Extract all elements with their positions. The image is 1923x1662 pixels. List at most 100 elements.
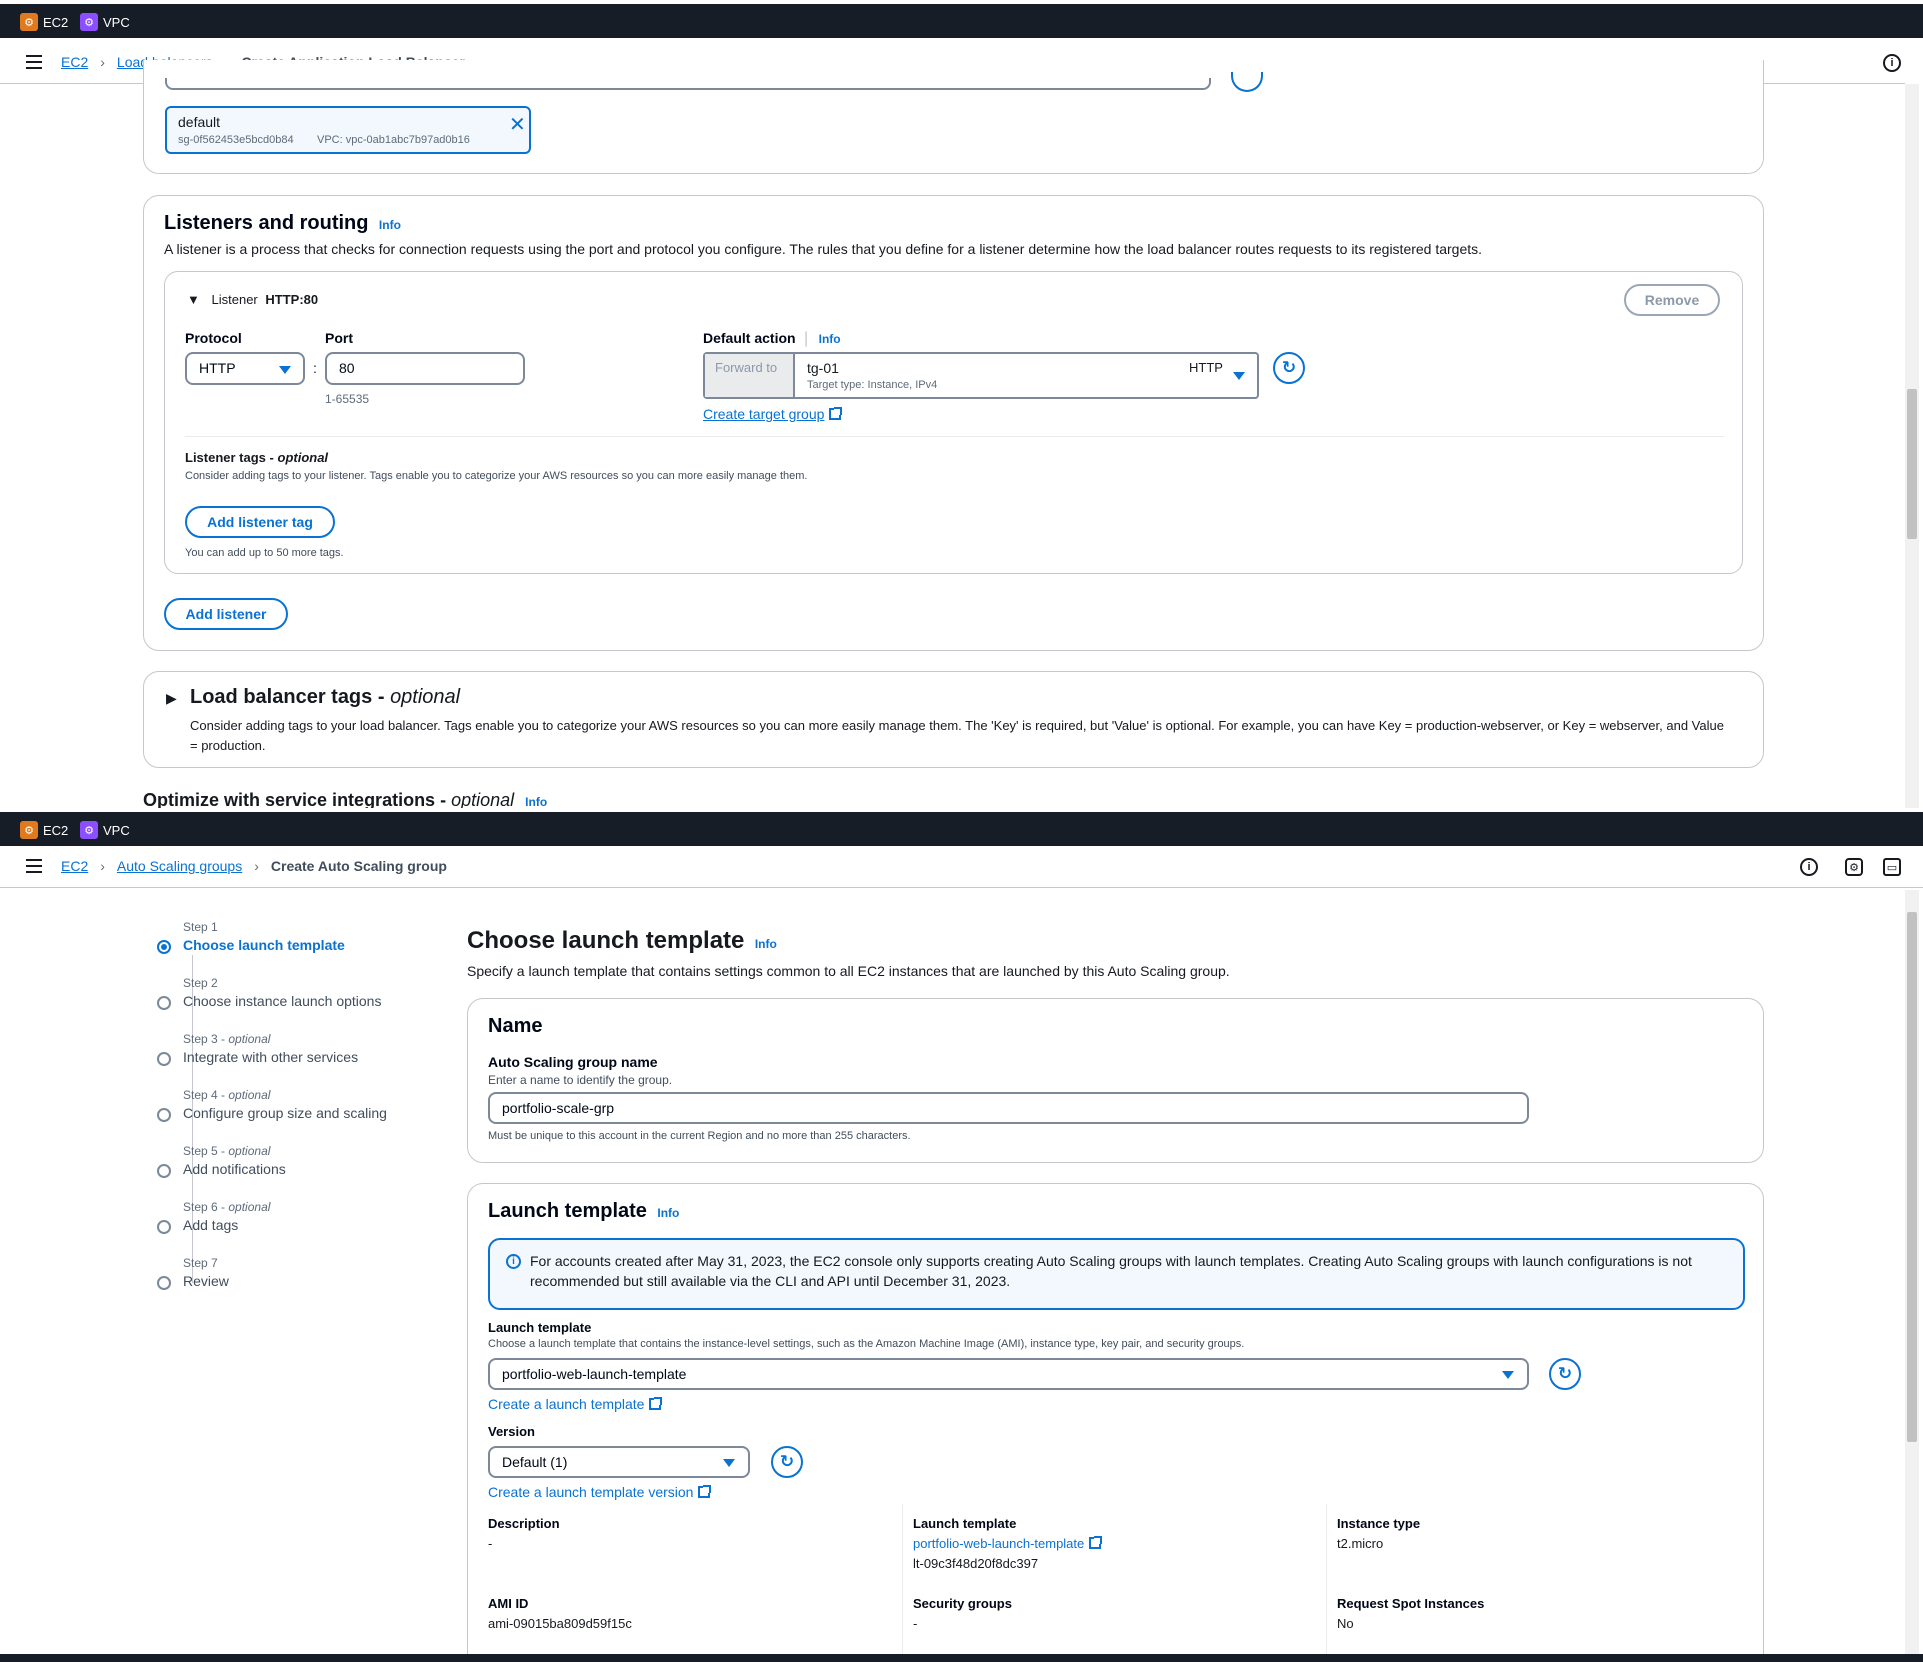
external-link-icon [698, 1485, 712, 1498]
step-optional: optional [228, 1088, 271, 1102]
service-shortcut-ec2[interactable]: ⚙ EC2 [20, 821, 68, 839]
target-type: Target type: Instance, IPv4 [807, 379, 938, 391]
step-name: Review [183, 1273, 229, 1289]
port-input[interactable]: 80 [325, 352, 525, 385]
vpc-icon: ⚙ [80, 13, 98, 31]
step-circle-icon [157, 1164, 171, 1178]
spot-label: Request Spot Instances [1337, 1596, 1485, 1611]
breadcrumb-ec2[interactable]: EC2 [61, 858, 88, 874]
create-target-group-link[interactable]: Create target group [703, 406, 843, 422]
security-group-select[interactable] [165, 78, 1211, 90]
default-action-label: Default action [703, 330, 796, 346]
add-listener-button[interactable]: Add listener [164, 598, 288, 630]
service-label: EC2 [43, 14, 69, 30]
detail-lt-link[interactable]: portfolio-web-launch-template [913, 1536, 1103, 1551]
info-icon: i [506, 1254, 521, 1269]
menu-icon[interactable] [26, 859, 42, 873]
settings-icon[interactable]: ⚙ [1845, 858, 1863, 876]
info-icon[interactable]: i [1800, 858, 1818, 876]
launch-template-info-link[interactable]: Info [657, 1206, 679, 1220]
menu-icon[interactable] [26, 55, 42, 69]
protocol-select[interactable]: HTTP [185, 352, 305, 385]
listener-tags-optional: optional [277, 450, 329, 465]
listeners-title: Listeners and routing [164, 212, 369, 234]
step-name: Add tags [183, 1217, 239, 1233]
info-icon[interactable]: i [1883, 54, 1901, 72]
step-number: Step 1 [183, 920, 218, 934]
asg-name-input[interactable]: portfolio-scale-grp [488, 1092, 1529, 1124]
listener-tags-title: Listener tags [185, 450, 266, 465]
add-listener-tag-button[interactable]: Add listener tag [185, 506, 335, 538]
security-group-vpc: VPC: vpc-0ab1abc7b97ad0b16 [317, 134, 470, 146]
listeners-info-link[interactable]: Info [379, 218, 401, 232]
create-launch-template-text[interactable]: Create a launch template [488, 1396, 644, 1412]
step-circle-icon [157, 996, 171, 1010]
bottom-breadcrumb-bar: EC2 › Auto Scaling groups › Create Auto … [0, 846, 1923, 888]
instance-type-label: Instance type [1337, 1516, 1421, 1531]
step-name: Choose instance launch options [183, 993, 382, 1009]
step-6: Step 6 - optional Add tags [157, 1200, 271, 1234]
feedback-icon[interactable]: ▭ [1883, 858, 1901, 876]
breadcrumb-auto-scaling-groups[interactable]: Auto Scaling groups [117, 858, 242, 874]
step-circle-icon [157, 1108, 171, 1122]
refresh-icon[interactable]: ↻ [1549, 1358, 1581, 1390]
caret-down-icon: ▼ [187, 292, 200, 307]
step-optional: optional [228, 1200, 271, 1214]
step-optional: optional [228, 1032, 271, 1046]
create-target-group-text[interactable]: Create target group [703, 406, 824, 422]
top-service-bar: ⚙ EC2 ⚙ VPC [0, 0, 1923, 38]
forward-to-label: Forward to [705, 354, 793, 397]
caret-right-icon[interactable]: ▶ [166, 690, 177, 707]
default-action-group: Forward to tg-01 Target type: Instance, … [703, 352, 1259, 399]
column-divider [1326, 1504, 1327, 1662]
listener-tags-hint: You can add up to 50 more tags. [185, 547, 344, 559]
service-shortcut-ec2[interactable]: ⚙ EC2 [20, 13, 68, 31]
create-version-text[interactable]: Create a launch template version [488, 1484, 693, 1500]
scrollbar-thumb[interactable] [1907, 912, 1917, 1442]
step-number: Step 3 [183, 1032, 218, 1046]
scrollbar-thumb[interactable] [1907, 389, 1917, 539]
ami-value: ami-09015ba809d59f15c [488, 1616, 632, 1631]
step-circle-icon [157, 1052, 171, 1066]
security-groups-panel: default sg-0f562453e5bcd0b84 VPC: vpc-0a… [143, 60, 1764, 174]
dismiss-icon[interactable]: ✕ [509, 112, 526, 137]
service-shortcut-vpc[interactable]: ⚙ VPC [80, 13, 130, 31]
page-info-link[interactable]: Info [755, 937, 777, 951]
service-shortcut-vpc[interactable]: ⚙ VPC [80, 821, 130, 839]
refresh-icon[interactable]: ↻ [1273, 352, 1305, 384]
create-version-link[interactable]: Create a launch template version [488, 1484, 712, 1500]
step-name: Add notifications [183, 1161, 286, 1177]
step-number: Step 5 [183, 1144, 218, 1158]
target-group-value: tg-01 [807, 360, 839, 376]
step-number: Step 2 [183, 976, 218, 990]
lb-tags-title[interactable]: Load balancer tags [190, 686, 372, 708]
breadcrumb-ec2[interactable]: EC2 [61, 54, 88, 70]
lt-desc: Choose a launch template that contains t… [488, 1338, 1245, 1350]
create-launch-template-link[interactable]: Create a launch template [488, 1396, 663, 1412]
launch-template-panel: Launch template Info i For accounts crea… [467, 1183, 1764, 1662]
step-1[interactable]: Step 1 Choose launch template [157, 920, 345, 954]
remove-listener-button[interactable]: Remove [1624, 284, 1720, 316]
step-name[interactable]: Choose launch template [183, 937, 345, 953]
step-circle-icon [157, 1276, 171, 1290]
refresh-icon[interactable] [1231, 72, 1263, 92]
info-alert: i For accounts created after May 31, 202… [488, 1238, 1745, 1310]
step-7: Step 7 Review [157, 1256, 229, 1290]
listener-header[interactable]: ▼ Listener HTTP:80 [187, 292, 318, 307]
instance-type-value: t2.micro [1337, 1536, 1384, 1551]
breadcrumb: EC2 › Auto Scaling groups › Create Auto … [61, 858, 447, 874]
spot-value: No [1337, 1616, 1354, 1631]
launch-template-select[interactable]: portfolio-web-launch-template [488, 1358, 1529, 1390]
top-scrollbar[interactable] [1905, 84, 1919, 812]
listeners-description: A listener is a process that checks for … [164, 241, 1483, 257]
caret-down-icon [279, 366, 291, 374]
listener-card: ▼ Listener HTTP:80 Remove Protocol HTTP … [164, 271, 1743, 574]
bottom-scrollbar[interactable] [1905, 890, 1919, 1655]
optimize-info-link[interactable]: Info [525, 795, 547, 809]
version-select[interactable]: Default (1) [488, 1446, 750, 1478]
external-link-icon [649, 1397, 663, 1410]
default-action-info-link[interactable]: Info [819, 332, 841, 346]
refresh-icon[interactable]: ↻ [771, 1446, 803, 1478]
target-group-select[interactable]: tg-01 Target type: Instance, IPv4 HTTP [793, 354, 1257, 397]
detail-lt-link-text[interactable]: portfolio-web-launch-template [913, 1536, 1084, 1551]
